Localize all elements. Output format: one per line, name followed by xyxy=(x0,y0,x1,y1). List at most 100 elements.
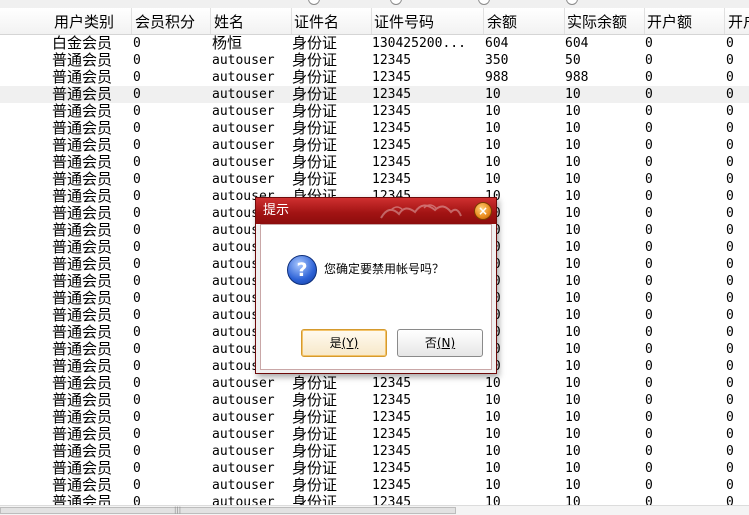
column-header[interactable]: 姓名 xyxy=(212,8,292,34)
table-row[interactable]: 普通会员 0 autouser 身份证 12345 10 10 0 0 xyxy=(0,460,749,477)
table-cell: 普通会员 xyxy=(52,273,113,290)
dialog-title-bar[interactable]: 提示 × xyxy=(256,198,496,224)
table-row[interactable]: 普通会员 0 autouser 身份证 12345 10 10 0 0 xyxy=(0,426,749,443)
table-cell: 10 xyxy=(485,376,501,391)
table-cell: 普通会员 xyxy=(52,154,113,171)
radio-option-4[interactable] xyxy=(566,0,578,5)
table-cell: 白金会员 xyxy=(52,35,113,52)
table-cell: 10 xyxy=(565,121,581,136)
table-cell: 0 xyxy=(645,359,653,374)
table-cell: 12345 xyxy=(372,121,412,136)
table-cell: 0 xyxy=(645,325,653,340)
table-cell: autouser xyxy=(212,155,275,170)
table-cell: 12345 xyxy=(372,461,412,476)
table-cell: 0 xyxy=(726,257,734,272)
table-row[interactable]: 普通会员 0 autouser 身份证 12345 988 988 0 0 xyxy=(0,69,749,86)
table-row[interactable]: 普通会员 0 autouser 身份证 12345 10 10 0 0 xyxy=(0,154,749,171)
table-cell: autouser xyxy=(212,104,275,119)
table-cell: 0 xyxy=(645,257,653,272)
table-cell: 0 xyxy=(645,189,653,204)
radio-option-3[interactable] xyxy=(478,0,490,5)
table-cell: 12345 xyxy=(372,87,412,102)
column-header[interactable]: 开户 xyxy=(726,8,749,34)
table-cell: 10 xyxy=(565,427,581,442)
table-cell: 0 xyxy=(133,70,141,85)
table-cell: 普通会员 xyxy=(52,103,113,120)
table-row[interactable]: 普通会员 0 autouser 身份证 12345 10 10 0 0 xyxy=(0,477,749,494)
table-cell: 0 xyxy=(726,495,734,505)
table-cell: 0 xyxy=(645,410,653,425)
table-cell: autouser xyxy=(212,138,275,153)
column-header[interactable]: 开户额 xyxy=(645,8,725,34)
table-cell: 12345 xyxy=(372,478,412,493)
table-row[interactable]: 普通会员 0 autouser 身份证 12345 10 10 0 0 xyxy=(0,171,749,188)
table-cell: 0 xyxy=(726,87,734,102)
table-cell: 0 xyxy=(645,240,653,255)
radio-option-1[interactable] xyxy=(308,0,320,5)
table-cell: autouser xyxy=(212,410,275,425)
table-cell: 0 xyxy=(133,359,141,374)
table-cell: 0 xyxy=(645,155,653,170)
table-cell: 身份证 xyxy=(292,375,338,392)
table-cell: 988 xyxy=(485,70,509,85)
table-cell: 0 xyxy=(133,36,141,51)
table-cell: autouser xyxy=(212,70,275,85)
table-cell: 普通会员 xyxy=(52,494,113,505)
no-button[interactable]: 否(N) xyxy=(397,329,483,357)
table-cell: 身份证 xyxy=(292,443,338,460)
table-cell: 12345 xyxy=(372,104,412,119)
column-header[interactable]: 用户类别 xyxy=(52,8,132,34)
confirm-dialog: 提示 × ? 您确定要禁用帐号吗？ 是(Y) 否(N) xyxy=(255,197,497,374)
table-cell: 普通会员 xyxy=(52,460,113,477)
table-row[interactable]: 普通会员 0 autouser 身份证 12345 10 10 0 0 xyxy=(0,375,749,392)
table-cell: 10 xyxy=(565,189,581,204)
yes-button-label: 是 xyxy=(329,336,342,350)
table-row[interactable]: 普通会员 0 autouser 身份证 12345 10 10 0 0 xyxy=(0,137,749,154)
table-cell: 12345 xyxy=(372,393,412,408)
table-cell: 杨恒 xyxy=(212,35,243,52)
table-cell: 普通会员 xyxy=(52,69,113,86)
table-row[interactable]: 普通会员 0 autouser 身份证 12345 10 10 0 0 xyxy=(0,494,749,505)
column-header[interactable]: 实际余额 xyxy=(565,8,645,34)
radio-option-2[interactable] xyxy=(390,0,402,5)
table-cell: 0 xyxy=(645,104,653,119)
table-row[interactable]: 白金会员 0 杨恒 身份证 130425200... 604 604 0 0 xyxy=(0,35,749,52)
table-cell: 10 xyxy=(485,172,501,187)
table-row[interactable]: 普通会员 0 autouser 身份证 12345 10 10 0 0 xyxy=(0,392,749,409)
table-cell: autouser xyxy=(212,87,275,102)
table-cell: 10 xyxy=(565,444,581,459)
table-cell: 604 xyxy=(485,36,509,51)
column-header[interactable]: 会员积分 xyxy=(133,8,211,34)
column-header[interactable]: 证件名 xyxy=(292,8,372,34)
table-row[interactable]: 普通会员 0 autouser 身份证 12345 10 10 0 0 xyxy=(0,409,749,426)
table-cell: 10 xyxy=(565,393,581,408)
table-cell: 0 xyxy=(726,104,734,119)
column-header[interactable]: 余额 xyxy=(485,8,565,34)
close-icon[interactable]: × xyxy=(474,202,492,220)
dialog-title: 提示 xyxy=(263,203,290,218)
table-cell: 0 xyxy=(645,478,653,493)
table-row[interactable]: 普通会员 0 autouser 身份证 12345 10 10 0 0 xyxy=(0,443,749,460)
table-cell: 0 xyxy=(726,206,734,221)
table-cell: 0 xyxy=(726,342,734,357)
table-cell: 0 xyxy=(726,376,734,391)
table-row[interactable]: 普通会员 0 autouser 身份证 12345 350 50 0 0 xyxy=(0,52,749,69)
no-button-label: 否 xyxy=(424,336,437,350)
table-cell: 0 xyxy=(133,427,141,442)
table-cell: 0 xyxy=(133,444,141,459)
table-cell: 普通会员 xyxy=(52,324,113,341)
column-header[interactable]: 证件号码 xyxy=(372,8,484,34)
table-cell: 10 xyxy=(565,291,581,306)
table-cell: autouser xyxy=(212,427,275,442)
table-cell: 普通会员 xyxy=(52,477,113,494)
table-cell: 0 xyxy=(726,274,734,289)
yes-button[interactable]: 是(Y) xyxy=(301,329,387,357)
table-cell: 10 xyxy=(485,256,565,273)
table-row[interactable]: 普通会员 0 autouser 身份证 12345 10 10 0 0 xyxy=(0,103,749,120)
table-cell: 10 xyxy=(485,444,501,459)
table-cell: 10 xyxy=(565,308,581,323)
table-cell: 0 xyxy=(645,495,653,505)
scrollbar-thumb[interactable] xyxy=(0,507,456,514)
table-row[interactable]: 普通会员 0 autouser 身份证 12345 10 10 0 0 xyxy=(0,86,749,103)
table-row[interactable]: 普通会员 0 autouser 身份证 12345 10 10 0 0 xyxy=(0,120,749,137)
